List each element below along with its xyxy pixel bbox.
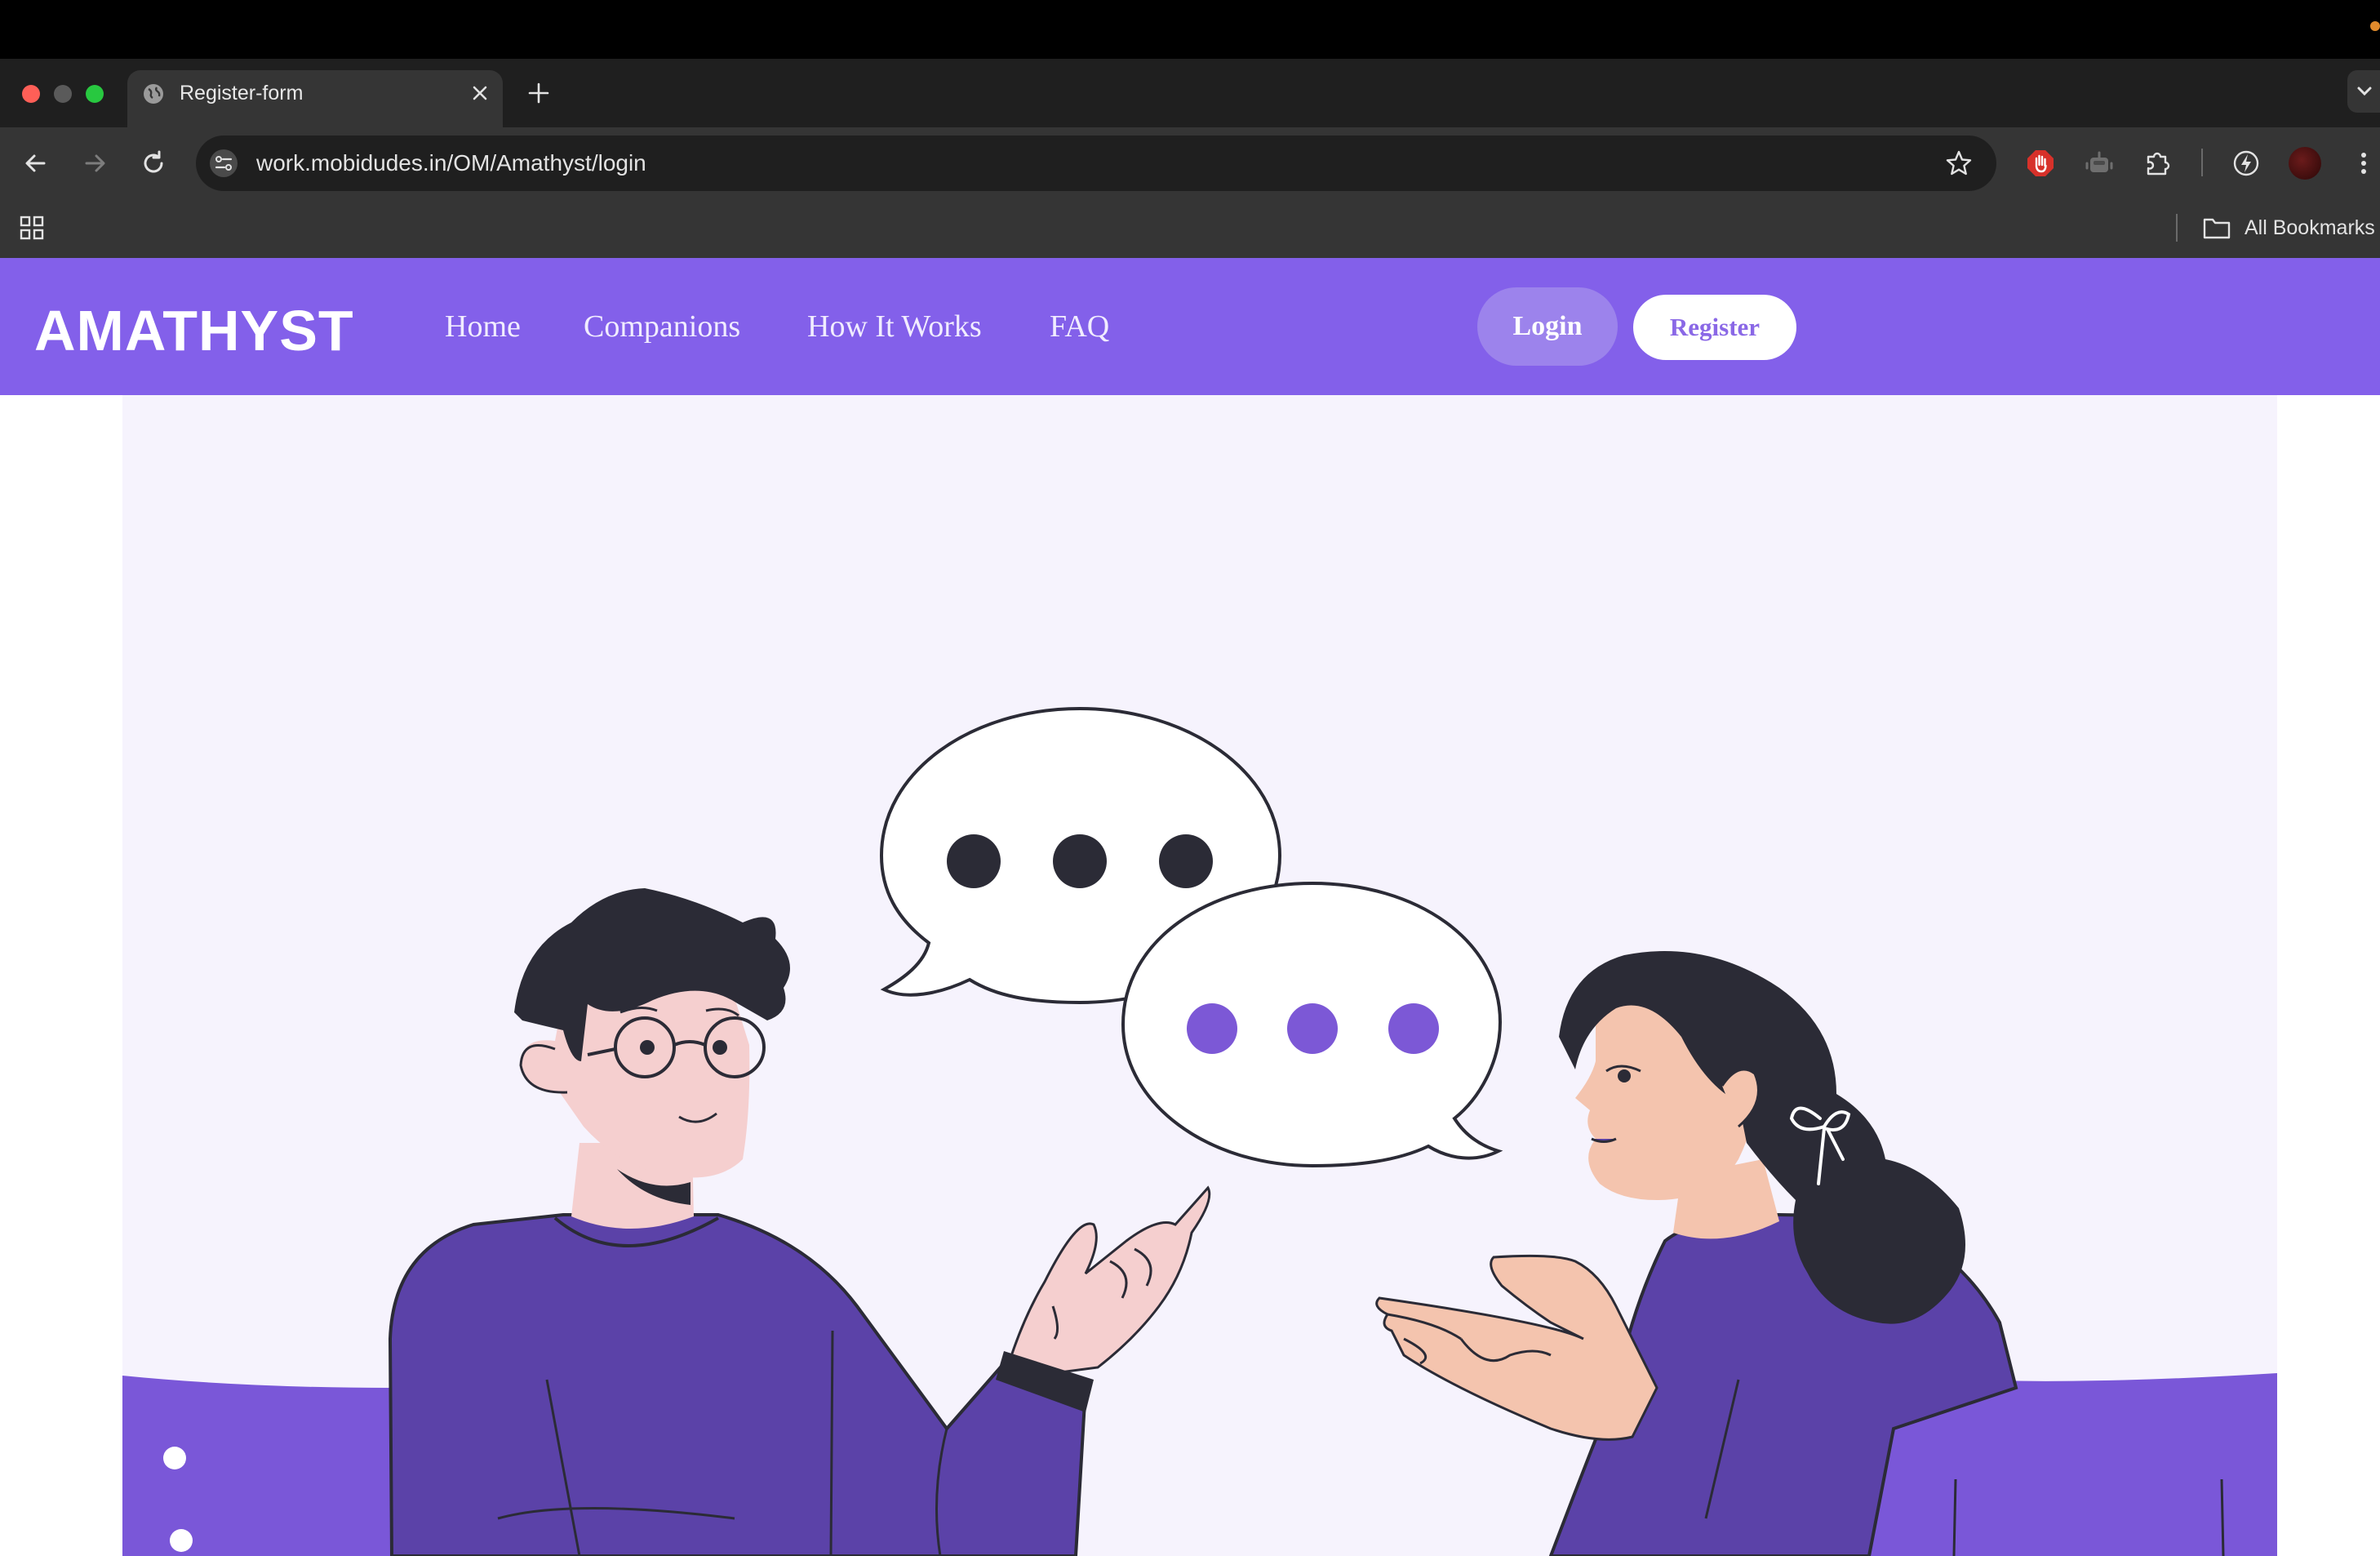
profile-avatar[interactable]: [2289, 147, 2321, 180]
bookmarks-bar: [0, 198, 2380, 258]
nav-companions[interactable]: Companions: [584, 306, 740, 347]
os-menu-bar: [0, 0, 2380, 59]
speech-bubble-purple: [1121, 881, 1503, 1168]
nav-how-it-works[interactable]: How It Works: [807, 306, 982, 347]
toolbar-separator: [2201, 149, 2203, 176]
site-header: [0, 258, 2380, 395]
bookmarks-separator: [2176, 214, 2178, 242]
forward-arrow-icon[interactable]: [80, 149, 109, 178]
site-info-icon[interactable]: [209, 149, 238, 178]
site-logo[interactable]: AMATHYST: [34, 302, 354, 359]
all-bookmarks-link[interactable]: All Bookmarks: [2245, 214, 2375, 242]
back-arrow-icon[interactable]: [21, 149, 51, 178]
apps-grid-icon[interactable]: [18, 214, 46, 242]
close-icon[interactable]: [468, 82, 491, 104]
window-close-button[interactable]: [22, 85, 40, 103]
left-chair: [122, 1376, 424, 1556]
chevron-down-icon: [2357, 87, 2372, 96]
recording-indicator: [2370, 21, 2380, 31]
window-minimize-button[interactable]: [54, 85, 72, 103]
tab-search-button[interactable]: [2347, 70, 2380, 113]
stop-hand-icon[interactable]: [2026, 149, 2055, 178]
globe-icon: [144, 84, 163, 104]
bolt-icon[interactable]: [2231, 149, 2261, 178]
robot-icon[interactable]: [2085, 149, 2114, 178]
nav-faq[interactable]: FAQ: [1050, 306, 1109, 347]
url-text[interactable]: work.mobidudes.in/OM/Amathyst/login: [256, 149, 646, 178]
conversation-illustration: [122, 706, 2277, 1556]
login-button[interactable]: Login: [1477, 287, 1618, 366]
plus-icon[interactable]: [526, 80, 552, 106]
star-icon[interactable]: [1944, 149, 1974, 178]
folder-icon: [2203, 218, 2231, 239]
window-maximize-button[interactable]: [86, 85, 104, 103]
register-button[interactable]: Register: [1633, 295, 1796, 360]
reload-icon[interactable]: [139, 149, 168, 178]
kebab-menu-icon[interactable]: [2356, 149, 2372, 178]
tab-title: Register-form: [180, 82, 304, 104]
puzzle-icon[interactable]: [2143, 149, 2173, 178]
nav-home[interactable]: Home: [445, 306, 521, 347]
